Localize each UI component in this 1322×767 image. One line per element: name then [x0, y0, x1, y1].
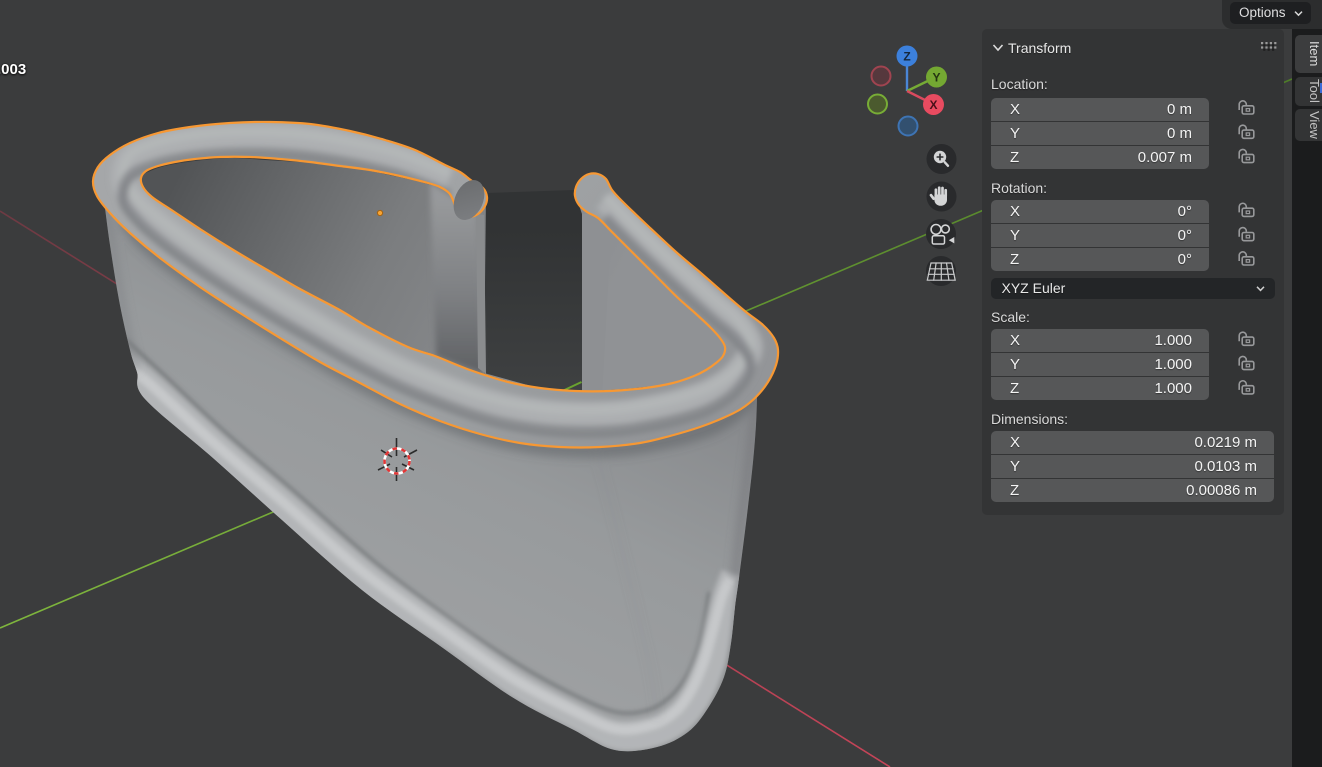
svg-text:X: X — [929, 98, 937, 112]
svg-text:Y: Y — [932, 71, 940, 85]
svg-text:Z: Z — [903, 50, 910, 64]
